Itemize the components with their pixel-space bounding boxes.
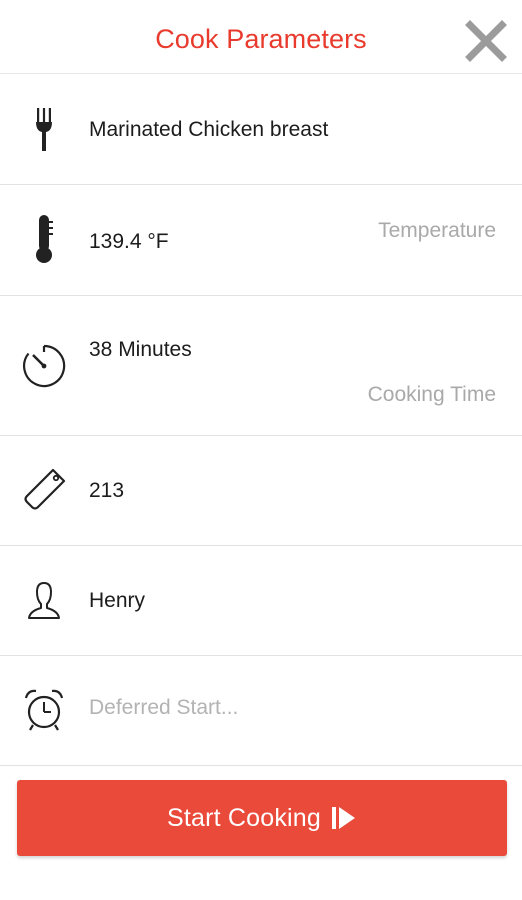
cook-parameters-screen: Cook Parameters Marinated Chicken breast <box>0 0 522 900</box>
user-value: Henry <box>89 589 146 612</box>
page-title: Cook Parameters <box>155 24 367 54</box>
close-icon <box>464 19 508 63</box>
tag-row[interactable]: 213 <box>0 436 522 546</box>
temperature-label: Temperature <box>378 219 496 242</box>
temperature-row[interactable]: 139.4 °F Temperature <box>0 185 522 296</box>
person-icon <box>20 578 68 626</box>
cooking-time-value: 38 Minutes <box>89 338 192 361</box>
recipe-value: Marinated Chicken breast <box>89 118 329 141</box>
temperature-value: 139.4 °F <box>89 230 169 253</box>
fork-icon <box>20 105 68 153</box>
start-cooking-label: Start Cooking <box>166 803 322 832</box>
header: Cook Parameters <box>0 0 522 74</box>
tag-value: 213 <box>89 479 125 502</box>
play-step-icon <box>331 805 357 831</box>
tag-icon <box>20 466 68 514</box>
recipe-row[interactable]: Marinated Chicken breast <box>0 74 522 185</box>
close-button[interactable] <box>464 19 508 63</box>
timer-icon <box>20 342 68 390</box>
user-row[interactable]: Henry <box>0 546 522 656</box>
deferred-start-row[interactable]: Deferred Start... <box>0 656 522 766</box>
start-cooking-button[interactable]: Start Cooking <box>17 780 507 856</box>
cooking-time-row[interactable]: 38 Minutes Cooking Time <box>0 296 522 436</box>
thermometer-icon <box>20 213 68 263</box>
alarm-clock-icon <box>20 686 68 734</box>
cooking-time-label: Cooking Time <box>367 383 496 406</box>
deferred-start-field: Deferred Start... <box>89 696 239 719</box>
